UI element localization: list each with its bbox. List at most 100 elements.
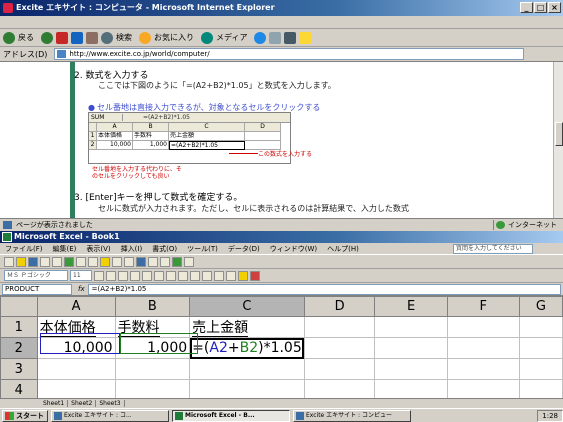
column-header-a[interactable]: A xyxy=(36,296,116,317)
sort-desc-icon[interactable] xyxy=(160,256,170,267)
open-icon[interactable] xyxy=(16,256,26,267)
row-header-4[interactable]: 4 xyxy=(0,379,38,398)
cell-g3[interactable] xyxy=(518,358,563,380)
cell-f1[interactable] xyxy=(446,316,520,338)
cell-b4[interactable] xyxy=(114,379,191,398)
sheet-tab-1[interactable]: Sheet1 xyxy=(40,400,69,407)
back-icon[interactable] xyxy=(3,31,15,44)
paste-icon[interactable] xyxy=(100,256,110,267)
column-header-b[interactable]: B xyxy=(114,296,191,317)
font-color-icon[interactable] xyxy=(250,270,260,281)
name-box[interactable]: PRODUCT xyxy=(2,283,72,295)
cell-g1[interactable] xyxy=(518,316,563,338)
save-icon[interactable] xyxy=(28,256,38,267)
cell-f4[interactable] xyxy=(446,379,520,398)
column-header-d[interactable]: D xyxy=(303,296,376,317)
menu-tools[interactable]: ツール(T) xyxy=(182,244,223,254)
copy-icon[interactable] xyxy=(88,256,98,267)
taskbar-item-excel[interactable]: Microsoft Excel - B... xyxy=(172,409,290,422)
autosum-icon[interactable] xyxy=(136,256,146,267)
cell-e2[interactable] xyxy=(374,337,448,359)
back-button[interactable]: 戻る xyxy=(18,32,34,43)
sheet-tab-2[interactable]: Sheet2 xyxy=(68,400,97,407)
cell-e3[interactable] xyxy=(374,358,448,380)
row-header-1[interactable]: 1 xyxy=(0,316,38,338)
forward-icon[interactable] xyxy=(41,31,53,44)
column-header-e[interactable]: E xyxy=(374,296,448,317)
cell-e4[interactable] xyxy=(374,379,448,398)
column-header-g[interactable]: G xyxy=(518,296,563,317)
folder-icon[interactable] xyxy=(299,31,312,44)
chart-wizard-icon[interactable] xyxy=(172,256,182,267)
cell-d1[interactable] xyxy=(303,316,376,338)
cell-e1[interactable] xyxy=(374,316,448,338)
align-center-icon[interactable] xyxy=(142,270,152,281)
indent-icon[interactable] xyxy=(214,270,224,281)
row-header-3[interactable]: 3 xyxy=(0,358,38,380)
sort-asc-icon[interactable] xyxy=(148,256,158,267)
bold-icon[interactable] xyxy=(94,270,104,281)
close-button[interactable]: × xyxy=(548,2,561,13)
scroll-thumb[interactable] xyxy=(555,122,563,146)
new-icon[interactable] xyxy=(4,256,14,267)
menu-format[interactable]: 書式(O) xyxy=(147,244,182,254)
menu-insert[interactable]: 挿入(I) xyxy=(116,244,148,254)
zoom-icon[interactable] xyxy=(184,256,194,267)
cell-c3[interactable] xyxy=(189,358,305,380)
menu-data[interactable]: データ(D) xyxy=(223,244,265,254)
cell-f2[interactable] xyxy=(446,337,520,359)
cell-d4[interactable] xyxy=(303,379,376,398)
formula-input[interactable]: =(A2+B2)*1.05 xyxy=(87,283,561,295)
select-all-corner[interactable] xyxy=(0,296,38,317)
cut-icon[interactable] xyxy=(76,256,86,267)
cell-b1[interactable]: 手数料 xyxy=(114,316,191,338)
print-icon[interactable] xyxy=(40,256,50,267)
undo-icon[interactable] xyxy=(112,256,122,267)
align-right-icon[interactable] xyxy=(154,270,164,281)
favorites-button[interactable]: お気に入り xyxy=(154,32,194,43)
address-input[interactable]: http://www.excite.co.jp/world/computer/ xyxy=(54,48,525,60)
media-icon[interactable] xyxy=(201,31,213,44)
worksheet-grid[interactable]: A B C D E F G 1 本体価格 手数料 売上金額 2 10,000 1… xyxy=(0,296,563,398)
merge-center-icon[interactable] xyxy=(166,270,176,281)
percent-icon[interactable] xyxy=(190,270,200,281)
cell-b3[interactable] xyxy=(114,358,191,380)
cell-a3[interactable] xyxy=(36,358,116,380)
maximize-button[interactable]: □ xyxy=(534,2,547,13)
cell-f3[interactable] xyxy=(446,358,520,380)
font-size-select[interactable]: 11 xyxy=(70,270,92,281)
start-button[interactable]: スタート xyxy=(2,409,48,422)
menu-edit[interactable]: 編集(E) xyxy=(48,244,82,254)
cell-b2[interactable]: 1,000 xyxy=(114,337,191,359)
cell-c2-editing[interactable]: =(A2+B2)*1.05 xyxy=(189,337,305,359)
align-left-icon[interactable] xyxy=(130,270,140,281)
ie-scrollbar[interactable] xyxy=(553,62,563,218)
search-button[interactable]: 検索 xyxy=(116,32,132,43)
menu-file[interactable]: ファイル(F) xyxy=(0,244,48,254)
print-icon[interactable] xyxy=(284,31,297,44)
sheet-tab-3[interactable]: Sheet3 xyxy=(96,400,125,407)
column-header-f[interactable]: F xyxy=(446,296,520,317)
cell-g4[interactable] xyxy=(518,379,563,398)
cell-c4[interactable] xyxy=(189,379,305,398)
cell-a4[interactable] xyxy=(36,379,116,398)
cell-d2[interactable] xyxy=(303,337,376,359)
preview-icon[interactable] xyxy=(52,256,62,267)
taskbar-item-ie2[interactable]: Excite エキサイト : コンピュー xyxy=(293,409,411,422)
cell-a2[interactable]: 10,000 xyxy=(36,337,116,359)
borders-icon[interactable] xyxy=(226,270,236,281)
row-header-2[interactable]: 2 xyxy=(0,337,38,359)
mail-icon[interactable] xyxy=(269,31,282,44)
history-icon[interactable] xyxy=(254,31,267,44)
font-name-select[interactable]: ＭＳ Ｐゴシック xyxy=(4,270,68,281)
home-icon[interactable] xyxy=(86,31,98,44)
taskbar-item-ie[interactable]: Excite エキサイト : コ... xyxy=(51,409,169,422)
menu-help[interactable]: ヘルプ(H) xyxy=(322,244,364,254)
comma-icon[interactable] xyxy=(202,270,212,281)
redo-icon[interactable] xyxy=(124,256,134,267)
minimize-button[interactable]: _ xyxy=(520,2,533,13)
stop-icon[interactable] xyxy=(56,31,68,44)
cell-c1[interactable]: 売上金額 xyxy=(189,316,305,338)
fill-color-icon[interactable] xyxy=(238,270,248,281)
search-icon[interactable] xyxy=(101,31,113,44)
